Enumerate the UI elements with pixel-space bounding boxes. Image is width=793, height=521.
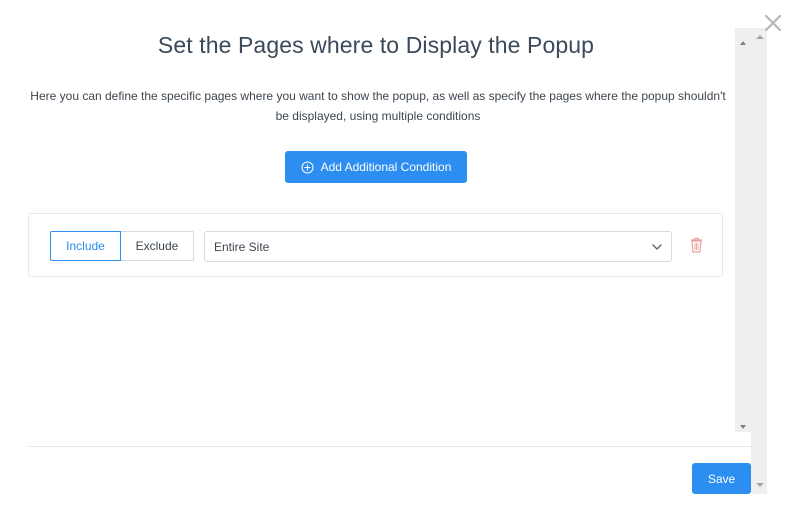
delete-condition-button[interactable] bbox=[690, 237, 703, 258]
plus-circle-icon bbox=[301, 161, 314, 174]
page-condition-select[interactable]: Entire Site bbox=[204, 231, 672, 262]
popup-settings-dialog: Set the Pages where to Display the Popup… bbox=[0, 0, 793, 521]
chevron-down-icon bbox=[651, 241, 663, 256]
footer-divider bbox=[28, 446, 751, 447]
exclude-option[interactable]: Exclude bbox=[121, 231, 194, 261]
condition-row: Include Exclude Entire Site bbox=[28, 213, 723, 277]
outer-scroll-down-arrow[interactable] bbox=[753, 478, 767, 492]
add-additional-condition-button[interactable]: Add Additional Condition bbox=[285, 151, 467, 183]
dialog-content: Set the Pages where to Display the Popup… bbox=[0, 0, 735, 440]
dialog-title: Set the Pages where to Display the Popup bbox=[157, 32, 595, 58]
add-button-label: Add Additional Condition bbox=[320, 160, 452, 174]
select-value: Entire Site bbox=[214, 239, 270, 254]
outer-scrollbar[interactable] bbox=[751, 28, 767, 494]
content-scrollbar[interactable] bbox=[735, 28, 751, 432]
close-button[interactable] bbox=[762, 12, 784, 34]
include-exclude-toggle: Include Exclude bbox=[50, 231, 194, 261]
dialog-description: Here you can define the specific pages w… bbox=[30, 89, 726, 123]
save-button[interactable]: Save bbox=[692, 463, 751, 494]
trash-icon[interactable] bbox=[690, 237, 703, 257]
include-option[interactable]: Include bbox=[50, 231, 121, 261]
scroll-down-arrow-icon[interactable] bbox=[739, 418, 747, 429]
close-icon[interactable] bbox=[762, 12, 784, 34]
